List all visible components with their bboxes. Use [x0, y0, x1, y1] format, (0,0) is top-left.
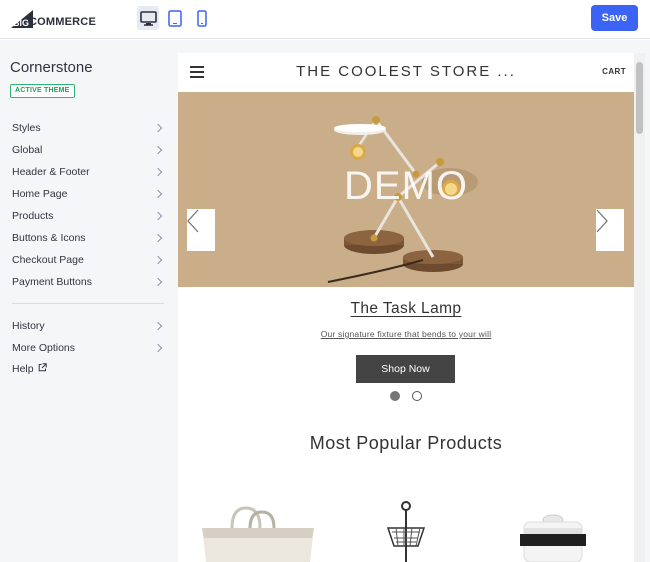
slide-subtitle[interactable]: Our signature fixture that bends to your…	[178, 329, 634, 339]
sidebar-item-payment-buttons[interactable]: Payment Buttons	[12, 273, 164, 291]
theme-name: Cornerstone	[10, 59, 93, 76]
cart-link[interactable]: CART	[602, 67, 626, 76]
storefront-preview[interactable]: THE COOLEST STORE ... CART DEMO The Task…	[178, 53, 634, 562]
tablet-view-button[interactable]	[164, 6, 186, 30]
active-theme-badge: ACTIVE THEME	[10, 84, 75, 98]
sidebar-item-checkout-page[interactable]: Checkout Page	[12, 251, 164, 269]
product-canister-image[interactable]	[508, 498, 598, 562]
chevron-right-icon	[153, 167, 163, 177]
sidebar-item-help[interactable]: Help	[12, 360, 47, 378]
mobile-view-button[interactable]	[191, 6, 213, 30]
sidebar-item-label: Help	[12, 363, 34, 375]
sidebar: Cornerstone ACTIVE THEME Styles Global H…	[0, 40, 167, 562]
carousel-dot[interactable]	[412, 391, 422, 401]
mobile-icon	[197, 9, 207, 27]
external-link-icon	[38, 363, 47, 375]
desktop-view-button[interactable]	[137, 6, 159, 30]
sidebar-item-styles[interactable]: Styles	[12, 119, 164, 137]
sidebar-item-label: More Options	[12, 342, 76, 354]
sidebar-item-global[interactable]: Global	[12, 141, 164, 159]
product-basket-image[interactable]	[378, 498, 434, 562]
top-bar: BIG COMMERCE Save	[0, 0, 650, 39]
logo-text: COMMERCE	[29, 16, 96, 28]
chevron-right-icon	[153, 211, 163, 221]
chevron-right-icon	[153, 123, 163, 133]
bigcommerce-logo[interactable]: BIG COMMERCE	[11, 8, 96, 28]
chevron-left-icon	[187, 209, 199, 233]
sidebar-item-label: Home Page	[12, 188, 68, 200]
carousel-dot-active[interactable]	[390, 391, 400, 401]
chevron-right-icon	[153, 321, 163, 331]
sidebar-item-label: Buttons & Icons	[12, 232, 86, 244]
preview-scrollbar-thumb[interactable]	[636, 62, 643, 134]
sidebar-item-buttons-icons[interactable]: Buttons & Icons	[12, 229, 164, 247]
hero-carousel: DEMO	[178, 92, 634, 287]
shop-now-button[interactable]: Shop Now	[356, 355, 455, 383]
carousel-next-button[interactable]	[596, 209, 624, 251]
chevron-right-icon	[153, 255, 163, 265]
sidebar-item-header-footer[interactable]: Header & Footer	[12, 163, 164, 181]
tablet-icon	[168, 9, 182, 27]
store-title[interactable]: THE COOLEST STORE ...	[178, 63, 634, 80]
chevron-right-icon	[153, 343, 163, 353]
sidebar-item-products[interactable]: Products	[12, 207, 164, 225]
sidebar-item-label: Header & Footer	[12, 166, 90, 178]
chevron-right-icon	[596, 209, 608, 233]
chevron-right-icon	[153, 277, 163, 287]
sidebar-item-label: Styles	[12, 122, 41, 134]
demo-watermark: DEMO	[344, 164, 468, 208]
store-header: THE COOLEST STORE ... CART	[178, 53, 634, 92]
sidebar-divider	[12, 303, 164, 304]
product-tote-image[interactable]	[198, 498, 318, 562]
chevron-right-icon	[153, 233, 163, 243]
sidebar-item-history[interactable]: History	[12, 317, 164, 335]
sidebar-item-label: History	[12, 320, 45, 332]
sidebar-item-label: Products	[12, 210, 54, 222]
sidebar-item-label: Payment Buttons	[12, 276, 92, 288]
section-title: Most Popular Products	[309, 433, 503, 453]
sidebar-item-more-options[interactable]: More Options	[12, 339, 164, 357]
sidebar-item-label: Global	[12, 144, 43, 156]
carousel-prev-button[interactable]	[187, 209, 215, 251]
save-button[interactable]: Save	[591, 5, 638, 31]
slide-title[interactable]: The Task Lamp	[178, 300, 634, 318]
chevron-right-icon	[153, 145, 163, 155]
chevron-right-icon	[153, 189, 163, 199]
sidebar-item-home-page[interactable]: Home Page	[12, 185, 164, 203]
sidebar-item-label: Checkout Page	[12, 254, 84, 266]
desktop-icon	[139, 10, 157, 26]
logo-prefix: BIG	[13, 18, 29, 28]
